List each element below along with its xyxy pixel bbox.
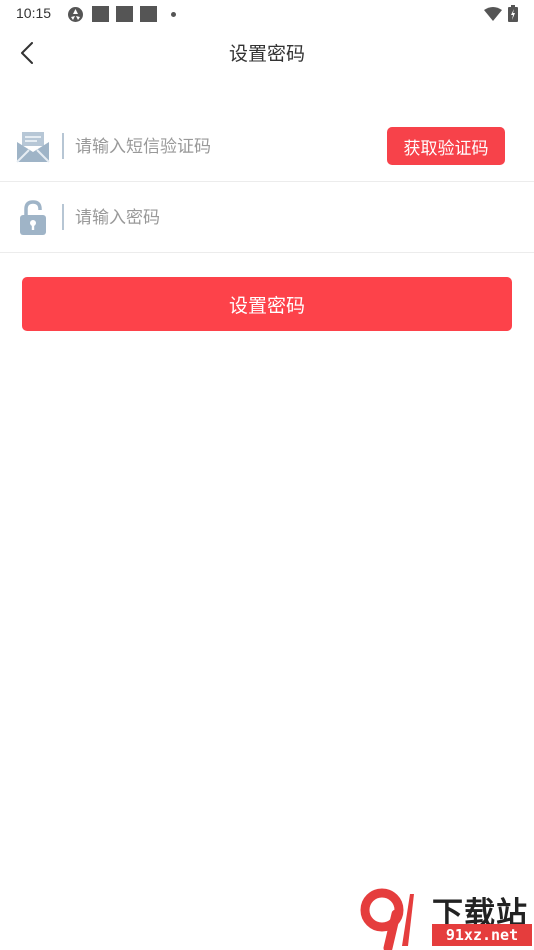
watermark: 下载站 91xz.net: [360, 888, 534, 950]
wifi-icon: [484, 7, 502, 21]
notification-icon: [140, 6, 157, 22]
row-divider: [62, 133, 64, 159]
set-password-button[interactable]: 设置密码: [22, 277, 512, 331]
sms-code-input[interactable]: [75, 132, 365, 162]
password-row: [0, 183, 534, 253]
password-input[interactable]: [75, 203, 365, 233]
notification-icon: [92, 6, 109, 22]
status-time: 10:15: [16, 5, 52, 21]
lock-icon: [20, 200, 46, 235]
notification-icon: [116, 6, 133, 22]
header: 设置密码: [0, 28, 534, 76]
sms-code-row: 获取验证码: [0, 112, 534, 182]
watermark-logo-icon: [360, 888, 414, 950]
sync-status-icon: [68, 7, 83, 22]
envelope-icon: [16, 132, 50, 163]
get-code-button[interactable]: 获取验证码: [387, 127, 505, 165]
more-notifications-icon: [171, 12, 176, 17]
status-bar: 10:15: [0, 0, 534, 28]
battery-icon: [508, 5, 518, 22]
row-divider: [62, 204, 64, 230]
watermark-domain: 91xz.net: [432, 924, 532, 946]
page-title: 设置密码: [228, 43, 305, 65]
